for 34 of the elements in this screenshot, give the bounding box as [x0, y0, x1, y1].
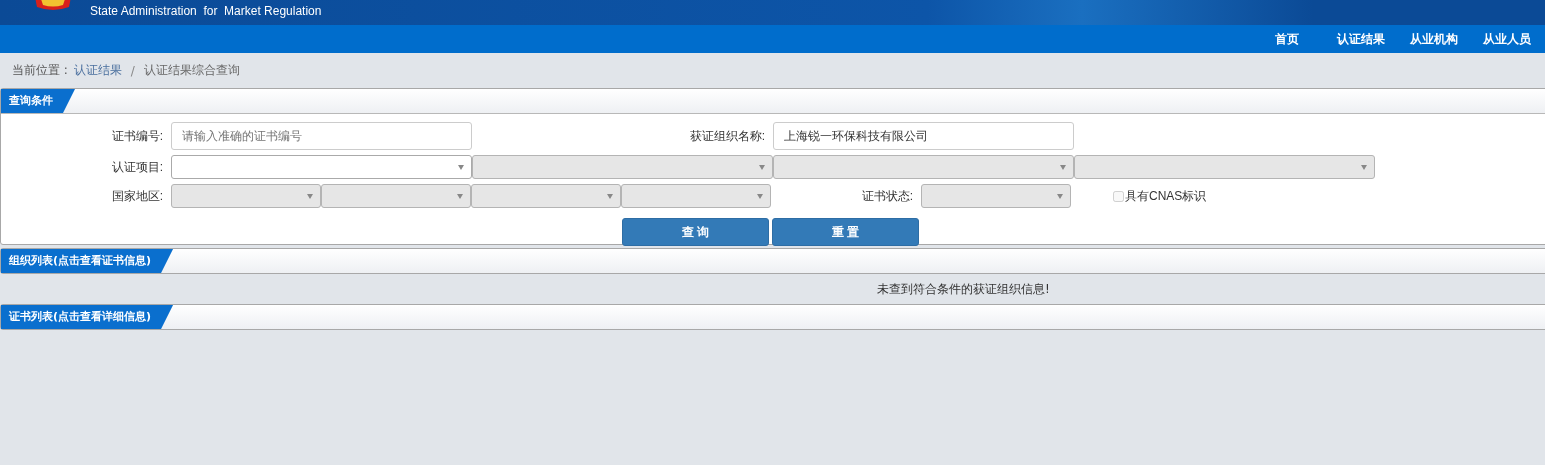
nav-link[interactable]: 首页 [1275, 30, 1299, 48]
caret-icon [607, 194, 613, 199]
breadcrumb-separator: / [130, 63, 135, 78]
caret-icon [457, 194, 463, 199]
empty-message: 未查到符合条件的获证组织信息! [877, 280, 1050, 298]
field-label: 获证组织名称: [688, 127, 766, 145]
panel-title: 证书列表(点击查看详细信息) [1, 305, 174, 329]
org-name-field[interactable]: 上海锐一环保科技有限公司 [773, 122, 1074, 150]
nav-link[interactable]: 从业人员 [1483, 30, 1531, 48]
caret-icon [757, 194, 763, 199]
site-subtitle: State Administration for Market Regulation [90, 4, 322, 18]
nav-link[interactable]: 从业机构 [1410, 30, 1458, 48]
caret-icon [759, 165, 765, 170]
emblem-icon [33, 0, 73, 11]
cert-number-field[interactable]: 请输入准确的证书编号 [171, 122, 472, 150]
breadcrumb-label: 当前位置 : [12, 62, 68, 79]
panel-title: 查询条件 [1, 89, 75, 113]
caret-icon [1057, 194, 1063, 199]
caret-icon [307, 194, 313, 199]
field-label: 证书状态: [860, 187, 914, 205]
nav-link[interactable]: 认证结果 [1337, 30, 1385, 48]
checkbox-label: 具有CNAS标识 [1125, 187, 1207, 205]
panel-title: 组织列表(点击查看证书信息) [1, 249, 174, 273]
breadcrumb-link[interactable]: 认证结果 [73, 62, 122, 79]
field-label: 证书编号: [110, 127, 164, 145]
caret-icon [1060, 165, 1066, 170]
breadcrumb-current: 认证结果综合查询 [143, 62, 240, 79]
form-button[interactable]: 重 置 [772, 218, 919, 246]
form-button[interactable]: 查 询 [622, 218, 769, 246]
dropdown[interactable] [171, 155, 472, 179]
caret-icon [1361, 165, 1367, 170]
field-label: 国家地区: [110, 187, 164, 205]
caret-icon [458, 165, 464, 170]
field-label: 认证项目: [110, 158, 164, 176]
